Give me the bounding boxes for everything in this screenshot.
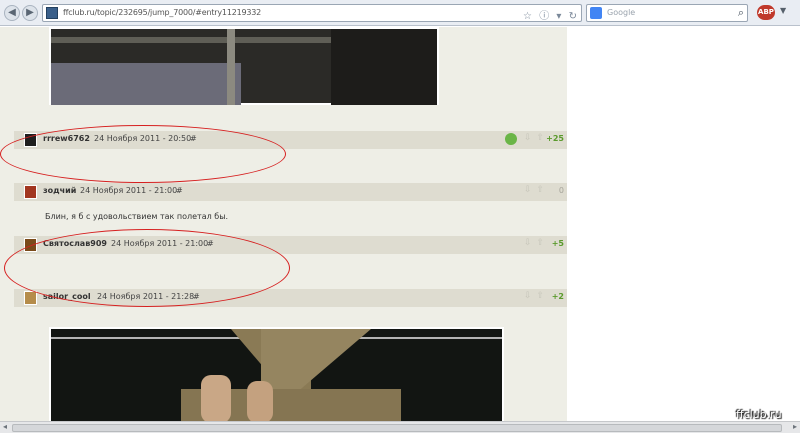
post-score: +5 <box>551 239 564 248</box>
search-bar[interactable]: Google ⌕ <box>586 4 748 22</box>
site-watermark: ffclub.ru <box>736 408 782 421</box>
scrollbar-thumb[interactable] <box>12 424 782 432</box>
back-arrow-icon[interactable]: ◀ <box>4 5 20 21</box>
photo-post <box>227 29 235 105</box>
horizontal-scrollbar[interactable]: ◂ ▸ <box>0 421 800 433</box>
post-anchor-link[interactable]: # <box>176 186 183 195</box>
reload-icon[interactable]: ↻ <box>569 11 577 22</box>
post-body: Блин, я б с удовольствием так полетал бы… <box>45 212 229 221</box>
url-text: ffclub.ru/topic/232695/jump_7000/#entry1… <box>63 8 262 17</box>
addon-dropdown-icon[interactable]: ▼ <box>780 6 786 15</box>
annotation-ellipse <box>0 125 286 183</box>
search-placeholder: Google <box>607 8 636 17</box>
scroll-right-icon[interactable]: ▸ <box>793 422 797 431</box>
avatar[interactable] <box>24 291 37 305</box>
page-info-icon[interactable]: ⓘ <box>539 11 549 22</box>
adblock-addon-button[interactable]: ABP <box>757 5 775 20</box>
vote-arrows-icon[interactable]: ⇩ ⇧ <box>524 185 545 195</box>
browser-toolbar: ◀ ▶ ffclub.ru/topic/232695/jump_7000/#en… <box>0 0 800 26</box>
post-photo-snow <box>49 27 439 105</box>
address-bar-icons: ☆ ⓘ ▾ ↻ <box>519 7 577 22</box>
avatar[interactable] <box>24 185 37 199</box>
post-score: 0 <box>558 186 564 195</box>
scroll-left-icon[interactable]: ◂ <box>3 422 7 431</box>
post-score: +25 <box>546 134 564 143</box>
forward-arrow-icon[interactable]: ▶ <box>22 5 38 21</box>
forum-column: rrrew6762 24 Ноября 2011 - 20:50 # ⇩ ⇧ +… <box>0 27 567 421</box>
post-photo-tent <box>49 327 504 421</box>
search-magnifier-icon[interactable]: ⌕ <box>738 6 744 20</box>
page-content: rrrew6762 24 Ноября 2011 - 20:50 # ⇩ ⇧ +… <box>0 27 800 421</box>
dropdown-arrow-icon[interactable]: ▾ <box>556 11 561 22</box>
google-engine-icon[interactable] <box>590 7 602 19</box>
post-score: +2 <box>551 292 564 301</box>
photo-feet <box>201 375 231 421</box>
photo-beam <box>51 37 331 43</box>
bookmark-star-icon[interactable]: ☆ <box>523 11 532 22</box>
photo-snow-area <box>51 63 241 105</box>
photo-wall <box>331 29 437 105</box>
post-author[interactable]: зодчий <box>43 186 76 195</box>
clover-icon <box>505 133 517 145</box>
vote-arrows-icon[interactable]: ⇩ ⇧ <box>524 291 545 301</box>
site-favicon-icon <box>46 7 58 19</box>
vote-arrows-icon[interactable]: ⇩ ⇧ <box>524 238 545 248</box>
vote-arrows-icon[interactable]: ⇩ ⇧ <box>524 133 545 143</box>
post-header: зодчий 24 Ноября 2011 - 21:00 # ⇩ ⇧ 0 <box>14 183 567 201</box>
photo-feet-2 <box>247 381 273 421</box>
address-bar[interactable]: ffclub.ru/topic/232695/jump_7000/#entry1… <box>42 4 582 22</box>
annotation-ellipse <box>4 229 290 307</box>
post-date: 24 Ноября 2011 - 21:00 <box>80 186 178 195</box>
